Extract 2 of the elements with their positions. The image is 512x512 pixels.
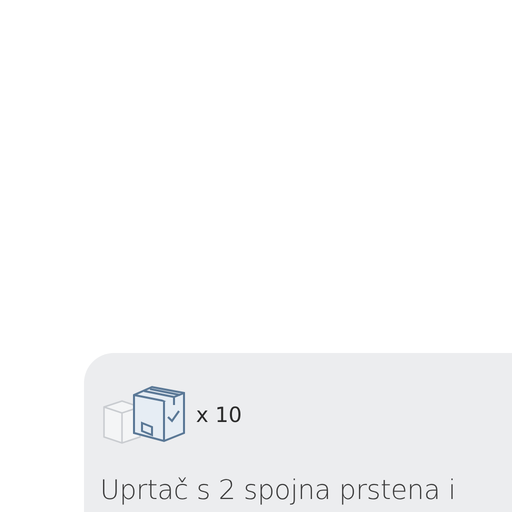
quantity-label: x 10 bbox=[196, 403, 242, 427]
product-title: Uprtač s 2 spojna prstena i bbox=[100, 475, 457, 507]
